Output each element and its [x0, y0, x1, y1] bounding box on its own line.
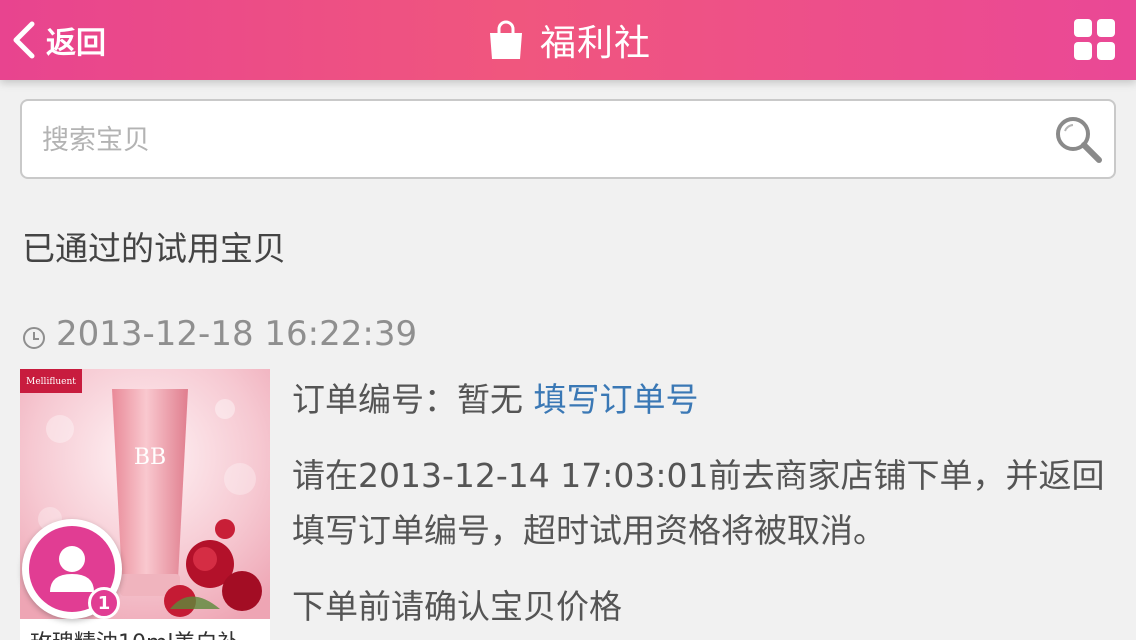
back-chevron-icon [13, 21, 35, 59]
header-bar: 返回 福利社 [0, 0, 1136, 80]
price-confirm-note: 下单前请确认宝贝价格 [292, 587, 622, 626]
order-deadline-notice: 请在2013-12-14 17:03:01前去商家店铺下单，并返回填写订单编号，… [292, 456, 1105, 550]
item-timestamp: 2013-12-18 16:22:39 [56, 314, 418, 354]
grid-menu-button[interactable] [1074, 19, 1116, 61]
item-timestamp-row: 2013-12-18 16:22:39 [22, 312, 417, 356]
order-number-label: 订单编号：暂无 [292, 380, 534, 419]
order-number-line: 订单编号：暂无 填写订单号 [292, 373, 699, 421]
back-button[interactable]: 返回 [8, 14, 106, 66]
search-box [20, 99, 1116, 179]
notification-badge: 1 [88, 587, 120, 619]
app-screen: 返回 福利社 已通过的试用宝贝 [0, 0, 1136, 640]
shopping-bag-icon [490, 20, 522, 59]
grid-icon [1074, 19, 1115, 60]
page-title: 福利社 [540, 23, 652, 64]
search-icon[interactable] [1052, 113, 1104, 165]
page-title-group: 福利社 [486, 14, 651, 66]
product-name: 玫瑰精油10ml美白补 [30, 625, 266, 640]
product-tube-text: BB [134, 445, 166, 470]
section-title: 已通过的试用宝贝 [22, 229, 286, 268]
back-label: 返回 [46, 26, 106, 61]
user-avatar-button[interactable]: 1 [22, 519, 122, 619]
brand-label: Mellifluent [26, 377, 76, 387]
fill-order-number-link[interactable]: 填写订单号 [534, 380, 699, 419]
search-input[interactable] [42, 119, 1002, 161]
clock-icon [23, 327, 45, 349]
